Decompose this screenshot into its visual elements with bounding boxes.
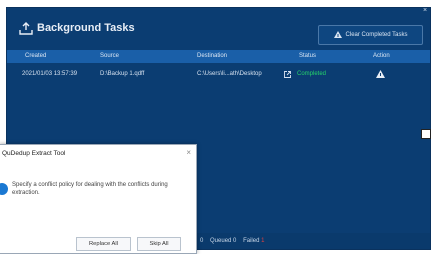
clear-tasks-icon [333,31,342,38]
upload-tray-icon [19,22,33,35]
task-destination: C:\Users\li...ath\Desktop [197,71,262,77]
table-row[interactable]: 2021/01/03 13:57:39 D:\Backup 1.qdff C:\… [7,68,430,83]
column-header-destination[interactable]: Destination [197,53,227,59]
open-external-icon[interactable] [284,71,291,78]
clear-completed-tasks-label: Clear Completed Tasks [345,32,408,38]
dialog-title: QuDedup Extract Tool [2,150,66,157]
window-title: Background Tasks [37,22,135,34]
info-icon [0,183,8,195]
clear-completed-tasks-button[interactable]: Clear Completed Tasks [318,25,423,45]
queued-label: Queued [210,238,232,244]
column-header-status[interactable]: Status [299,53,316,59]
task-counts: 0 Queued 0 Failed 1 [200,238,264,244]
task-table-header: Created Source Destination Status Action [7,50,430,63]
column-header-action[interactable]: Action [373,53,390,59]
task-status: Completed [297,71,327,77]
failed-label: Failed [243,238,260,244]
resize-cursor [421,129,431,139]
task-source: D:\Backup 1.qdff [100,71,145,77]
column-header-created[interactable]: Created [25,53,46,59]
skip-all-button[interactable]: Skip All [137,237,181,251]
extract-tool-dialog: QuDedup Extract Tool × Specify a conflic… [0,144,197,254]
dialog-close-icon[interactable]: × [186,148,191,157]
replace-all-button[interactable]: Replace All [76,237,131,251]
failed-count: 1 [261,238,265,244]
queued-count: 0 [233,238,237,244]
column-header-source[interactable]: Source [100,53,119,59]
clear-row-icon[interactable] [376,70,385,79]
window-close-icon[interactable]: × [423,8,430,15]
task-created: 2021/01/03 13:57:39 [22,71,78,77]
dialog-message: Specify a conflict policy for dealing wi… [12,182,168,196]
partial-count: 0 [200,238,204,244]
window-header: Background Tasks Clear Completed Tasks × [7,8,430,45]
